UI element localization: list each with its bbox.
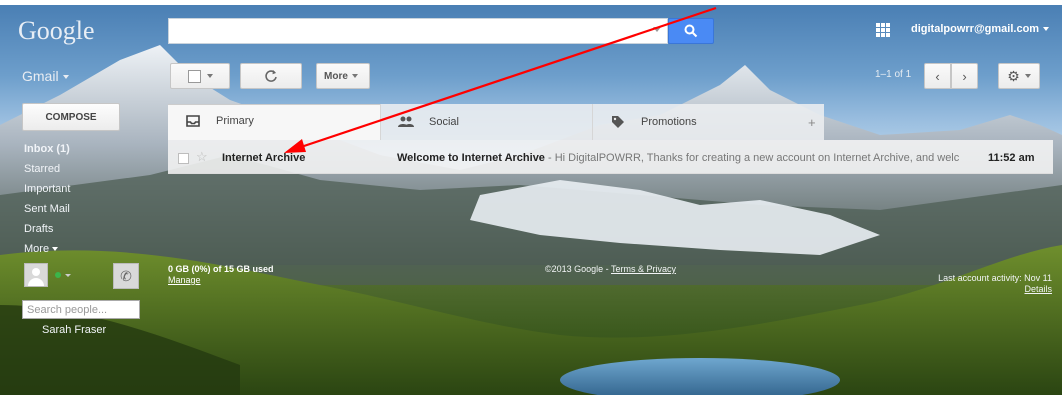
- message-summary: Welcome to Internet Archive - Hi Digital…: [397, 152, 962, 164]
- tab-primary-label: Primary: [216, 115, 254, 127]
- table-row[interactable]: ☆ Internet Archive Welcome to Internet A…: [168, 140, 1053, 174]
- phone-icon: ✆: [120, 267, 132, 284]
- sidebar-item-more[interactable]: More: [24, 240, 70, 260]
- refresh-button[interactable]: [240, 63, 302, 89]
- older-button[interactable]: ‹: [924, 63, 951, 89]
- chevron-down-icon: [52, 247, 59, 252]
- message-sender: Internet Archive: [222, 152, 306, 164]
- message-time: 11:52 am: [988, 152, 1035, 164]
- newer-button[interactable]: ›: [951, 63, 978, 89]
- storage-text: 0 GB (0%) of 15 GB used: [168, 264, 274, 274]
- terms-privacy-link[interactable]: Terms & Privacy: [611, 264, 676, 274]
- search-box[interactable]: [168, 18, 668, 44]
- sidebar-item-inbox[interactable]: Inbox (1): [24, 140, 70, 160]
- chevron-down-icon: [206, 74, 213, 78]
- settings-button[interactable]: ⚙: [998, 63, 1040, 89]
- copyright-text: ©2013 Google -: [545, 264, 612, 274]
- last-activity-text: Last account activity: Nov 11: [938, 273, 1052, 283]
- gear-icon: ⚙: [1007, 67, 1020, 84]
- people-icon: [397, 116, 415, 128]
- more-actions-button[interactable]: More: [316, 63, 370, 89]
- activity-details-link[interactable]: Details: [938, 284, 1052, 295]
- sidebar-item-sent-mail[interactable]: Sent Mail: [24, 200, 70, 220]
- inbox-icon: [184, 115, 202, 127]
- pagination-count: 1–1 of 1: [875, 69, 912, 80]
- sidebar-nav: Inbox (1) Starred Important Sent Mail Dr…: [24, 140, 70, 260]
- search-button[interactable]: [668, 18, 714, 44]
- person-icon-body: [28, 278, 44, 286]
- inbox-tabs: Primary Social Promotions +: [168, 104, 824, 140]
- storage-usage: 0 GB (0%) of 15 GB used Manage: [168, 264, 274, 286]
- people-search-box[interactable]: [22, 300, 140, 319]
- online-status-icon[interactable]: [55, 272, 61, 278]
- phone-call-button[interactable]: ✆: [113, 263, 139, 289]
- people-search-input[interactable]: [23, 301, 139, 318]
- tab-social[interactable]: Social: [380, 104, 592, 140]
- sidebar-more-label: More: [24, 243, 50, 255]
- chevron-down-icon: [1024, 74, 1031, 78]
- tab-primary[interactable]: Primary: [168, 104, 380, 140]
- tab-promotions-label: Promotions: [641, 116, 697, 128]
- background-theme-image: [0, 5, 1062, 395]
- star-icon[interactable]: ☆: [196, 149, 208, 165]
- gmail-switcher[interactable]: Gmail: [22, 68, 69, 84]
- tag-icon: [609, 115, 627, 129]
- gmail-label: Gmail: [22, 68, 59, 84]
- chevron-left-icon: ‹: [935, 68, 940, 84]
- google-logo[interactable]: Google: [18, 16, 95, 46]
- chevron-down-icon: [62, 75, 69, 80]
- sidebar-item-important[interactable]: Important: [24, 180, 70, 200]
- search-options-caret-icon[interactable]: [653, 27, 661, 32]
- tab-promotions[interactable]: Promotions: [592, 104, 804, 140]
- footer-copyright: ©2013 Google - Terms & Privacy: [545, 264, 676, 274]
- sidebar-item-drafts[interactable]: Drafts: [24, 220, 70, 240]
- account-menu[interactable]: digitalpowrr@gmail.com: [911, 23, 1050, 35]
- add-tab-icon[interactable]: +: [808, 115, 816, 130]
- message-subject: Welcome to Internet Archive: [397, 152, 545, 164]
- refresh-icon: [265, 70, 277, 82]
- compose-button[interactable]: COMPOSE: [22, 103, 120, 131]
- contact-sarah-fraser[interactable]: Sarah Fraser: [42, 324, 106, 336]
- search-icon: [684, 24, 698, 38]
- account-email: digitalpowrr@gmail.com: [911, 23, 1040, 35]
- account-activity: Last account activity: Nov 11 Details: [938, 273, 1052, 295]
- apps-grid-icon[interactable]: [876, 23, 890, 37]
- message-snippet: - Hi DigitalPOWRR, Thanks for creating a…: [544, 152, 960, 164]
- select-all-button[interactable]: [170, 63, 230, 89]
- chevron-right-icon: ›: [962, 68, 967, 84]
- sidebar-item-starred[interactable]: Starred: [24, 160, 70, 180]
- message-checkbox[interactable]: [178, 153, 189, 164]
- manage-storage-link[interactable]: Manage: [168, 275, 274, 286]
- chevron-down-icon: [1043, 27, 1050, 32]
- avatar[interactable]: [24, 263, 48, 287]
- search-input[interactable]: [169, 19, 667, 43]
- chevron-down-icon: [351, 74, 358, 78]
- mountain-landscape: [0, 45, 1062, 395]
- tab-social-label: Social: [429, 116, 459, 128]
- chevron-down-icon[interactable]: [65, 274, 71, 277]
- more-label: More: [324, 70, 348, 82]
- checkbox-icon: [187, 69, 201, 83]
- person-icon: [32, 268, 40, 276]
